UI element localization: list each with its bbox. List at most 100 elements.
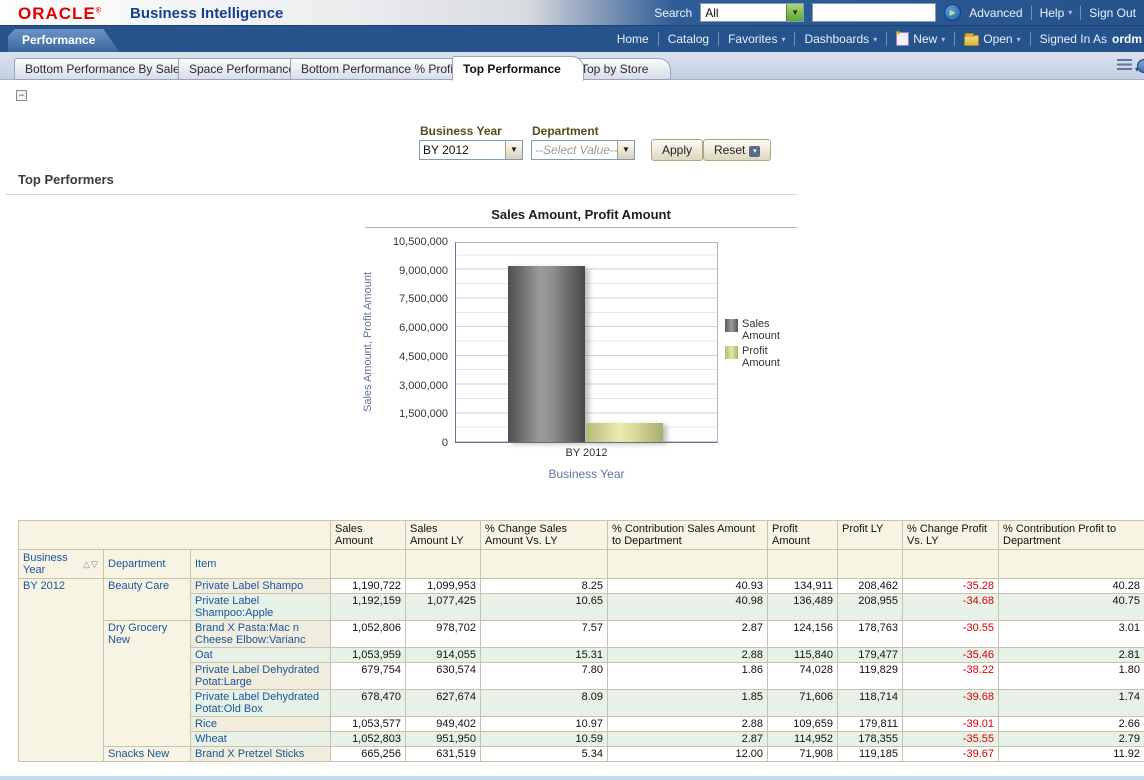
search-go-button[interactable]: ▶ bbox=[944, 4, 961, 21]
table-row: BY 2012 Beauty Care Private Label Shampo… bbox=[19, 579, 1144, 594]
cell-chg-sales: 8.25 bbox=[481, 579, 608, 594]
reset-button[interactable]: Reset▾ bbox=[703, 139, 771, 161]
y-tick: 10,500,000 bbox=[352, 236, 448, 248]
sort-descending-icon: ▽ bbox=[91, 559, 99, 569]
chevron-down-icon: ▾ bbox=[873, 35, 877, 44]
cell-sales-ly: 1,099,953 bbox=[406, 579, 481, 594]
y-tick: 6,000,000 bbox=[352, 322, 448, 334]
section-title: Top Performers bbox=[18, 172, 114, 187]
separator bbox=[1030, 32, 1031, 46]
search-scope-select[interactable]: All ▼ bbox=[700, 3, 804, 22]
col-header-business-year[interactable]: △▽ Business Year bbox=[19, 550, 104, 579]
y-tick: 9,000,000 bbox=[352, 265, 448, 277]
x-tick: BY 2012 bbox=[455, 447, 718, 459]
nav-home[interactable]: Home bbox=[617, 32, 649, 46]
y-axis-title: Sales Amount, Profit Amount bbox=[362, 252, 376, 432]
nav-dashboards[interactable]: Dashboards▾ bbox=[804, 32, 877, 46]
dashboard-tab-performance[interactable]: Performance bbox=[8, 29, 119, 52]
business-year-label: Business Year bbox=[420, 124, 502, 138]
sign-out-link[interactable]: Sign Out bbox=[1089, 6, 1136, 20]
cell-department[interactable]: Beauty Care bbox=[104, 579, 191, 621]
x-axis-title: Business Year bbox=[455, 467, 718, 481]
empty-header-cell bbox=[19, 521, 331, 550]
search-scope-dropdown-icon[interactable]: ▼ bbox=[786, 4, 803, 21]
tab-top-performance[interactable]: Top Performance bbox=[452, 56, 584, 81]
col-header-profit-amount: Profit Amount bbox=[768, 521, 838, 550]
clipped-round-icon bbox=[1137, 59, 1144, 73]
measure-header-row: Sales Amount Sales Amount LY % Change Sa… bbox=[19, 521, 1144, 550]
reset-dropdown-icon[interactable]: ▾ bbox=[749, 146, 760, 157]
nav-open[interactable]: Open▾ bbox=[964, 32, 1020, 46]
cell-item[interactable]: Brand X Pasta:Mac n Cheese Elbow:Varianc bbox=[191, 621, 331, 648]
col-header-sales-amount-ly: Sales Amount LY bbox=[406, 521, 481, 550]
tab-top-by-store[interactable]: Top by Store bbox=[570, 58, 671, 80]
open-folder-icon bbox=[964, 35, 979, 46]
department-select[interactable]: --Select Value-- ▼ bbox=[531, 140, 635, 160]
chevron-down-icon: ▾ bbox=[1068, 8, 1072, 17]
cell-item[interactable]: Private Label Shampo bbox=[191, 579, 331, 594]
nav-favorites[interactable]: Favorites▾ bbox=[728, 32, 785, 46]
help-menu[interactable]: Help▾ bbox=[1040, 6, 1073, 20]
cell-department[interactable]: Snacks New bbox=[104, 747, 191, 762]
col-header-profit-ly: Profit LY bbox=[838, 521, 903, 550]
table-row: Snacks New Brand X Pretzel Sticks 665,25… bbox=[19, 747, 1144, 762]
cell-profit-ly: 208,462 bbox=[838, 579, 903, 594]
business-year-select[interactable]: BY 2012 ▼ bbox=[419, 140, 523, 160]
separator bbox=[718, 32, 719, 46]
cell-department[interactable]: Dry Grocery New bbox=[104, 621, 191, 747]
separator bbox=[954, 32, 955, 46]
separator bbox=[886, 32, 887, 46]
dropdown-arrow-icon[interactable]: ▼ bbox=[505, 141, 522, 159]
dimension-header-row: △▽ Business Year Department Item bbox=[19, 550, 1144, 579]
tab-bottom-performance-pct-profit[interactable]: Bottom Performance % Profit bbox=[290, 58, 479, 80]
cell-item[interactable]: Rice bbox=[191, 717, 331, 732]
chart-plot-area bbox=[455, 242, 718, 443]
section-divider bbox=[6, 194, 797, 195]
legend-swatch-sales-icon bbox=[725, 319, 738, 332]
oracle-logo: ORACLE® bbox=[18, 4, 102, 24]
nav-catalog[interactable]: Catalog bbox=[668, 32, 709, 46]
chart-legend: Sales Amount Profit Amount bbox=[725, 318, 794, 369]
col-header-pct-change-sales: % Change Sales Amount Vs. LY bbox=[481, 521, 608, 550]
department-label: Department bbox=[532, 124, 599, 138]
sort-icons[interactable]: △▽ bbox=[83, 558, 99, 570]
chart-title-divider bbox=[365, 227, 797, 228]
apply-button[interactable]: Apply bbox=[651, 139, 703, 161]
cell-item[interactable]: Private Label Dehydrated Potat:Large bbox=[191, 663, 331, 690]
cell-contrib-sales: 40.93 bbox=[608, 579, 768, 594]
col-header-department[interactable]: Department bbox=[104, 550, 191, 579]
separator bbox=[1080, 6, 1081, 20]
dropdown-arrow-icon[interactable]: ▼ bbox=[617, 141, 634, 159]
collapse-section-button[interactable]: − bbox=[16, 90, 27, 101]
separator bbox=[1031, 6, 1032, 20]
new-document-icon bbox=[896, 32, 909, 46]
page-options-icon[interactable] bbox=[1117, 59, 1132, 70]
search-label: Search bbox=[654, 6, 692, 20]
search-input[interactable] bbox=[812, 3, 936, 22]
cell-item[interactable]: Wheat bbox=[191, 732, 331, 747]
col-header-pct-contribution-profit: % Contribution Profit to Department bbox=[999, 521, 1144, 550]
col-header-sales-amount: Sales Amount bbox=[331, 521, 406, 550]
cell-item[interactable]: Private Label Dehydrated Potat:Old Box bbox=[191, 690, 331, 717]
legend-swatch-profit-icon bbox=[725, 346, 738, 359]
global-navbar: Performance Home Catalog Favorites▾ Dash… bbox=[0, 26, 1144, 52]
cell-sales: 1,190,722 bbox=[331, 579, 406, 594]
cell-item[interactable]: Oat bbox=[191, 648, 331, 663]
cell-item[interactable]: Brand X Pretzel Sticks bbox=[191, 747, 331, 762]
advanced-link[interactable]: Advanced bbox=[969, 6, 1022, 20]
cell-contrib-profit: 40.28 bbox=[999, 579, 1144, 594]
chart-title: Sales Amount, Profit Amount bbox=[365, 207, 797, 222]
separator bbox=[658, 32, 659, 46]
y-tick: 0 bbox=[352, 437, 448, 449]
separator bbox=[794, 32, 795, 46]
cell-profit: 134,911 bbox=[768, 579, 838, 594]
bar-profit-amount[interactable] bbox=[586, 423, 663, 442]
y-tick: 1,500,000 bbox=[352, 408, 448, 420]
bar-sales-amount[interactable] bbox=[508, 266, 585, 442]
cell-item[interactable]: Private Label Shampoo:Apple bbox=[191, 594, 331, 621]
product-title: Business Intelligence bbox=[130, 5, 283, 22]
col-header-item[interactable]: Item bbox=[191, 550, 331, 579]
legend-entry-profit: Profit Amount bbox=[725, 345, 794, 369]
nav-new[interactable]: New▾ bbox=[896, 32, 945, 46]
cell-business-year[interactable]: BY 2012 bbox=[19, 579, 104, 762]
